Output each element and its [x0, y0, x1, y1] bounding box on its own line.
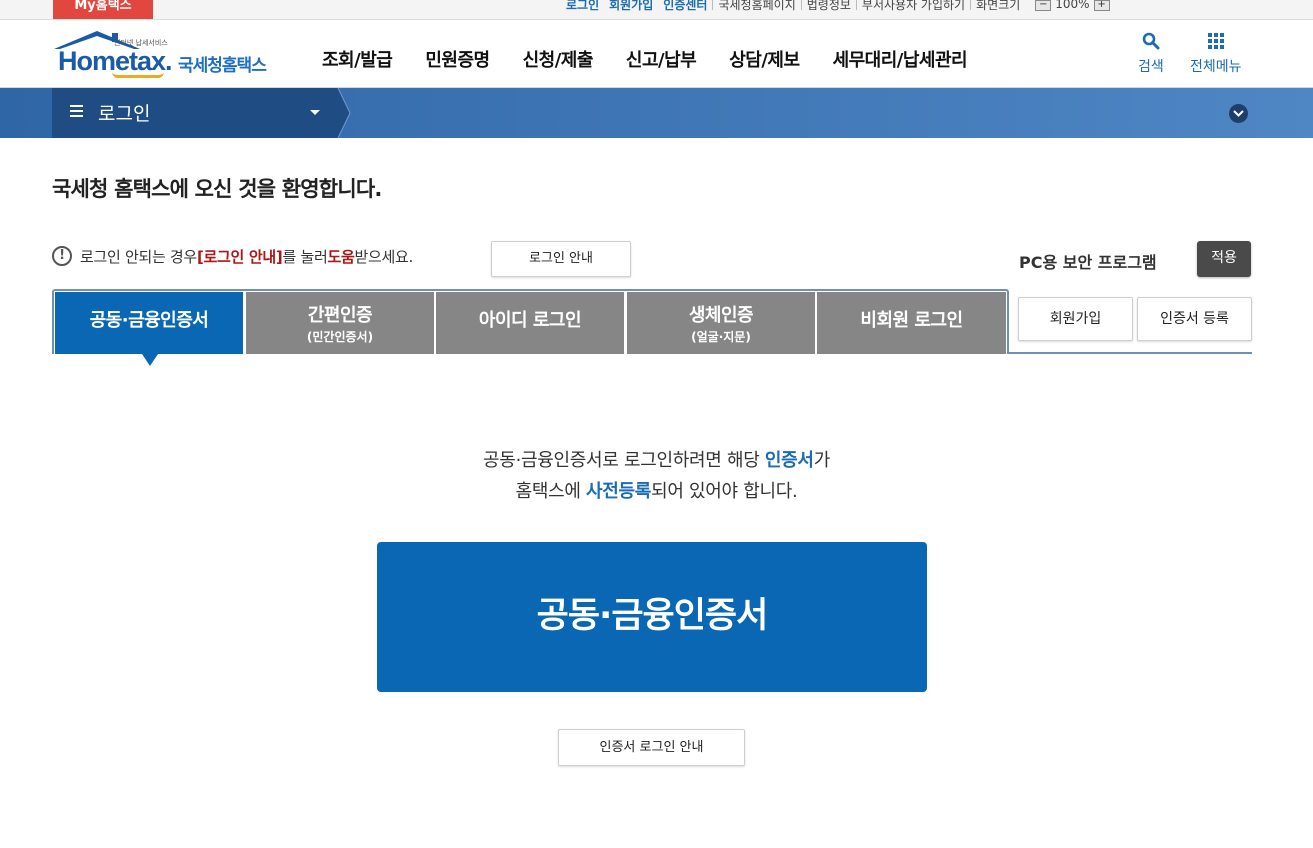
page-title: 국세청 홈택스에 오신 것을 환영합니다. [52, 177, 382, 201]
tab-simple-auth[interactable]: 간편인증 (민간인증서) [246, 292, 434, 354]
cert-center-link[interactable]: 인증센터 [658, 0, 712, 11]
nav-consult-report[interactable]: 상담/제보 [729, 46, 800, 72]
all-menu-button[interactable]: 전체메뉴 [1190, 32, 1242, 76]
cert-description-line2: 홈택스에 사전등록되어 있어야 합니다. [0, 476, 1313, 507]
notice-highlight-guide: [로그인 안내] [196, 247, 283, 266]
tab-simple-auth-sub: (민간인증서) [306, 330, 374, 344]
join-button[interactable]: 회원가입 [1018, 297, 1133, 341]
desc-line1-highlight: 인증서 [764, 450, 814, 471]
joint-cert-login-button[interactable]: 공동·금융인증서 [377, 542, 927, 692]
utility-bar: My홈택스 로그인 회원가입 인증센터 국세청홈페이지 법령정보 부서사용자 가… [0, 0, 1313, 20]
tab-id-login[interactable]: 아이디 로그인 [436, 292, 624, 354]
cert-register-button[interactable]: 인증서 등록 [1137, 297, 1252, 341]
security-apply-button[interactable]: 적용 [1197, 241, 1251, 277]
nts-homepage-link[interactable]: 국세청홈페이지 [712, 0, 800, 11]
breadcrumb-arrow-icon [337, 88, 351, 138]
login-help-notice: ! 로그인 안되는 경우 [로그인 안내] 를 눌러 도움 받으세요. [52, 244, 413, 268]
nav-civil-certificate[interactable]: 민원증명 [425, 46, 490, 72]
active-tab-pointer [142, 354, 158, 366]
cert-description-line1: 공동·금융인증서로 로그인하려면 해당 인증서가 [0, 445, 1313, 476]
my-hometax-button[interactable]: My홈택스 [53, 0, 153, 19]
nav-inquiry-issue[interactable]: 조회/발급 [322, 46, 393, 72]
header: 인터넷 납세서비스 Hometax. 국세청홈택스 조회/발급 민원증명 신청/… [0, 20, 1313, 88]
tab-joint-cert[interactable]: 공동·금융인증서 [55, 292, 243, 354]
search-label: 검색 [1138, 59, 1164, 75]
tab-non-member-label: 비회원 로그인 [860, 310, 963, 331]
tab-id-login-label: 아이디 로그인 [478, 310, 582, 331]
nav-report-pay[interactable]: 신고/납부 [626, 46, 697, 72]
tab-joint-cert-label: 공동·금융인증서 [89, 310, 209, 331]
hamburger-icon [70, 105, 83, 117]
desc-line1-pre: 공동·금융인증서로 로그인하려면 해당 [483, 450, 765, 471]
search-button[interactable]: 검색 [1138, 32, 1164, 76]
desc-line2-pre: 홈택스에 [515, 481, 587, 502]
tab-biometric-label: 생체인증 [688, 305, 754, 326]
tab-biometric-sub: (얼굴·지문) [691, 330, 751, 344]
tab-simple-auth-label: 간편인증 [307, 305, 373, 326]
logo-korean: 국세청홈택스 [178, 56, 267, 76]
zoom-value: 100% [1055, 0, 1090, 11]
cert-login-guide-button[interactable]: 인증서 로그인 안내 [558, 729, 745, 766]
logo-swoosh [112, 72, 164, 78]
utility-links: 로그인 회원가입 인증센터 국세청홈페이지 법령정보 부서사용자 가입하기 화면… [566, 0, 1110, 18]
desc-line2-post: 되어 있어야 합니다. [651, 481, 798, 502]
grid-menu-icon [1207, 33, 1224, 49]
zoom-out-button[interactable]: − [1035, 0, 1052, 11]
all-menu-label: 전체메뉴 [1190, 59, 1242, 75]
notice-text-pre: 로그인 안되는 경우 [80, 247, 197, 266]
law-info-link[interactable]: 법령정보 [800, 0, 856, 11]
zoom-in-button[interactable]: + [1093, 0, 1110, 11]
hometax-logo[interactable]: 인터넷 납세서비스 Hometax. 국세청홈택스 [52, 29, 278, 79]
tab-underline [1009, 352, 1252, 354]
exclamation-icon: ! [52, 246, 72, 266]
notice-text-mid: 를 눌러 [282, 247, 328, 266]
nav-tax-agent[interactable]: 세무대리/납세관리 [833, 46, 968, 72]
search-icon [1142, 32, 1160, 50]
tab-non-member[interactable]: 비회원 로그인 [817, 292, 1006, 354]
screen-size-label: 화면크기 [970, 0, 1025, 11]
signup-link[interactable]: 회원가입 [604, 0, 658, 11]
desc-line2-highlight: 사전등록 [586, 481, 652, 502]
security-program-label: PC용 보안 프로그램 [1019, 253, 1157, 272]
location-dropdown[interactable]: 로그인 [52, 88, 337, 138]
login-link[interactable]: 로그인 [566, 0, 604, 11]
notice-highlight-help: 도움 [327, 247, 355, 266]
caret-down-icon [310, 110, 320, 115]
location-bar: 로그인 [0, 88, 1313, 138]
location-title: 로그인 [98, 103, 151, 125]
main-nav: 조회/발급 민원증명 신청/제출 신고/납부 상담/제보 세무대리/납세관리 [322, 46, 1000, 72]
desc-line1-post: 가 [813, 450, 831, 471]
zoom-control: − 100% + [1035, 0, 1110, 11]
cert-description: 공동·금융인증서로 로그인하려면 해당 인증서가 홈택스에 사전등록되어 있어야… [0, 445, 1313, 507]
login-guide-button[interactable]: 로그인 안내 [491, 241, 631, 277]
notice-text-post: 받으세요. [354, 247, 413, 266]
chevron-down-icon [1233, 110, 1244, 117]
nav-apply-submit[interactable]: 신청/제출 [523, 46, 594, 72]
expand-button[interactable] [1229, 104, 1248, 123]
dept-user-signup-link[interactable]: 부서사용자 가입하기 [855, 0, 970, 11]
tab-biometric[interactable]: 생체인증 (얼굴·지문) [627, 292, 815, 354]
